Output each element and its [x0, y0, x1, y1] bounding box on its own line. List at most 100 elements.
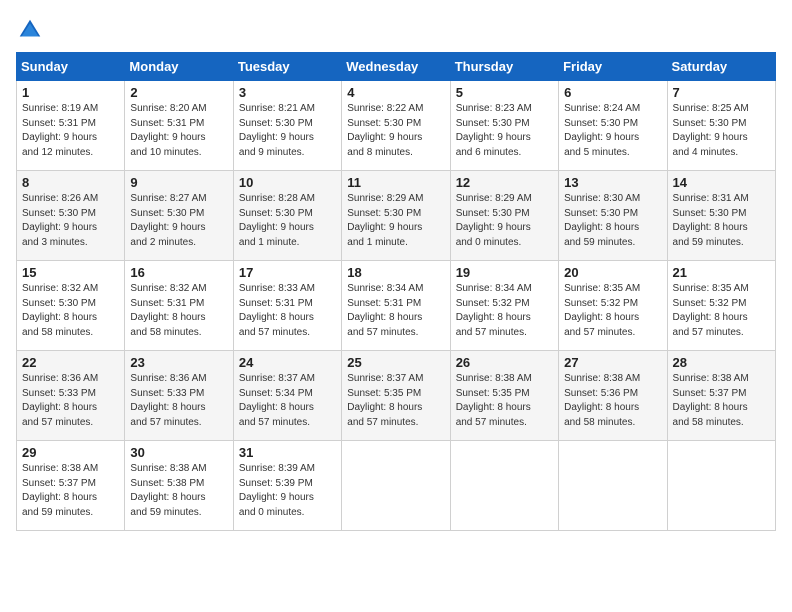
day-content: Sunrise: 8:39 AMSunset: 5:39 PMDaylight:… — [239, 462, 336, 520]
day-content: Sunrise: 8:23 AMSunset: 5:30 PMDaylight:… — [456, 102, 553, 160]
day-content: Sunrise: 8:29 AMSunset: 5:30 PMDaylight:… — [347, 192, 444, 250]
day-number: 1 — [22, 85, 119, 100]
day-number: 12 — [456, 175, 553, 190]
day-number: 22 — [22, 355, 119, 370]
day-content: Sunrise: 8:32 AMSunset: 5:30 PMDaylight:… — [22, 282, 119, 340]
day-cell: 21 Sunrise: 8:35 AMSunset: 5:32 PMDayligh… — [667, 261, 775, 351]
day-content: Sunrise: 8:38 AMSunset: 5:36 PMDaylight:… — [564, 372, 661, 430]
col-monday: Monday — [125, 53, 233, 81]
day-content: Sunrise: 8:35 AMSunset: 5:32 PMDaylight:… — [673, 282, 770, 340]
day-number: 20 — [564, 265, 661, 280]
col-friday: Friday — [559, 53, 667, 81]
day-content: Sunrise: 8:37 AMSunset: 5:34 PMDaylight:… — [239, 372, 336, 430]
col-tuesday: Tuesday — [233, 53, 341, 81]
day-number: 18 — [347, 265, 444, 280]
day-cell: 30 Sunrise: 8:38 AMSunset: 5:38 PMDayligh… — [125, 441, 233, 531]
day-cell — [559, 441, 667, 531]
day-number: 25 — [347, 355, 444, 370]
day-content: Sunrise: 8:25 AMSunset: 5:30 PMDaylight:… — [673, 102, 770, 160]
day-content: Sunrise: 8:30 AMSunset: 5:30 PMDaylight:… — [564, 192, 661, 250]
day-cell: 25 Sunrise: 8:37 AMSunset: 5:35 PMDayligh… — [342, 351, 450, 441]
day-number: 9 — [130, 175, 227, 190]
week-row-5: 29 Sunrise: 8:38 AMSunset: 5:37 PMDayligh… — [17, 441, 776, 531]
day-cell: 29 Sunrise: 8:38 AMSunset: 5:37 PMDayligh… — [17, 441, 125, 531]
day-content: Sunrise: 8:22 AMSunset: 5:30 PMDaylight:… — [347, 102, 444, 160]
day-cell: 19Sunrise: 8:34 AMSunset: 5:32 PMDayligh… — [450, 261, 558, 351]
col-sunday: Sunday — [17, 53, 125, 81]
week-row-4: 22 Sunrise: 8:36 AMSunset: 5:33 PMDayligh… — [17, 351, 776, 441]
day-number: 5 — [456, 85, 553, 100]
day-cell — [342, 441, 450, 531]
day-content: Sunrise: 8:32 AMSunset: 5:31 PMDaylight:… — [130, 282, 227, 340]
day-number: 16 — [130, 265, 227, 280]
day-cell: 20 Sunrise: 8:35 AMSunset: 5:32 PMDayligh… — [559, 261, 667, 351]
day-content: Sunrise: 8:35 AMSunset: 5:32 PMDaylight:… — [564, 282, 661, 340]
day-cell: 8 Sunrise: 8:26 AMSunset: 5:30 PMDaylight… — [17, 171, 125, 261]
day-cell — [450, 441, 558, 531]
calendar-table: SundayMondayTuesdayWednesdayThursdayFrid… — [16, 52, 776, 531]
day-content: Sunrise: 8:26 AMSunset: 5:30 PMDaylight:… — [22, 192, 119, 250]
day-number: 13 — [564, 175, 661, 190]
day-content: Sunrise: 8:34 AMSunset: 5:31 PMDaylight:… — [347, 282, 444, 340]
day-cell: 31 Sunrise: 8:39 AMSunset: 5:39 PMDayligh… — [233, 441, 341, 531]
day-content: Sunrise: 8:36 AMSunset: 5:33 PMDaylight:… — [130, 372, 227, 430]
week-row-3: 15Sunrise: 8:32 AMSunset: 5:30 PMDayligh… — [17, 261, 776, 351]
day-number: 30 — [130, 445, 227, 460]
day-cell: 12 Sunrise: 8:29 AMSunset: 5:30 PMDayligh… — [450, 171, 558, 261]
day-content: Sunrise: 8:24 AMSunset: 5:30 PMDaylight:… — [564, 102, 661, 160]
day-cell: 23 Sunrise: 8:36 AMSunset: 5:33 PMDayligh… — [125, 351, 233, 441]
day-number: 3 — [239, 85, 336, 100]
day-cell: 28Sunrise: 8:38 AMSunset: 5:37 PMDayligh… — [667, 351, 775, 441]
day-cell: 9 Sunrise: 8:27 AMSunset: 5:30 PMDaylight… — [125, 171, 233, 261]
day-cell: 14 Sunrise: 8:31 AMSunset: 5:30 PMDayligh… — [667, 171, 775, 261]
day-cell: 22 Sunrise: 8:36 AMSunset: 5:33 PMDayligh… — [17, 351, 125, 441]
day-number: 21 — [673, 265, 770, 280]
day-content: Sunrise: 8:38 AMSunset: 5:35 PMDaylight:… — [456, 372, 553, 430]
day-number: 11 — [347, 175, 444, 190]
col-saturday: Saturday — [667, 53, 775, 81]
day-cell — [667, 441, 775, 531]
day-content: Sunrise: 8:28 AMSunset: 5:30 PMDaylight:… — [239, 192, 336, 250]
col-thursday: Thursday — [450, 53, 558, 81]
day-content: Sunrise: 8:21 AMSunset: 5:30 PMDaylight:… — [239, 102, 336, 160]
logo — [16, 16, 48, 44]
day-cell: 27 Sunrise: 8:38 AMSunset: 5:36 PMDayligh… — [559, 351, 667, 441]
day-number: 2 — [130, 85, 227, 100]
day-number: 19 — [456, 265, 553, 280]
day-cell: 5 Sunrise: 8:23 AMSunset: 5:30 PMDaylight… — [450, 81, 558, 171]
day-cell: 4 Sunrise: 8:22 AMSunset: 5:30 PMDaylight… — [342, 81, 450, 171]
day-number: 31 — [239, 445, 336, 460]
day-number: 29 — [22, 445, 119, 460]
day-number: 14 — [673, 175, 770, 190]
day-cell: 2Sunrise: 8:20 AMSunset: 5:31 PMDaylight… — [125, 81, 233, 171]
day-cell: 26 Sunrise: 8:38 AMSunset: 5:35 PMDayligh… — [450, 351, 558, 441]
day-content: Sunrise: 8:31 AMSunset: 5:30 PMDaylight:… — [673, 192, 770, 250]
day-number: 26 — [456, 355, 553, 370]
day-content: Sunrise: 8:38 AMSunset: 5:37 PMDaylight:… — [22, 462, 119, 520]
day-cell: 16 Sunrise: 8:32 AMSunset: 5:31 PMDayligh… — [125, 261, 233, 351]
day-number: 28 — [673, 355, 770, 370]
day-content: Sunrise: 8:27 AMSunset: 5:30 PMDaylight:… — [130, 192, 227, 250]
day-number: 17 — [239, 265, 336, 280]
col-wednesday: Wednesday — [342, 53, 450, 81]
header-row: SundayMondayTuesdayWednesdayThursdayFrid… — [17, 53, 776, 81]
day-number: 7 — [673, 85, 770, 100]
day-content: Sunrise: 8:36 AMSunset: 5:33 PMDaylight:… — [22, 372, 119, 430]
day-number: 23 — [130, 355, 227, 370]
day-cell: 11 Sunrise: 8:29 AMSunset: 5:30 PMDayligh… — [342, 171, 450, 261]
logo-icon — [16, 16, 44, 44]
day-number: 10 — [239, 175, 336, 190]
day-content: Sunrise: 8:29 AMSunset: 5:30 PMDaylight:… — [456, 192, 553, 250]
day-cell: 15Sunrise: 8:32 AMSunset: 5:30 PMDayligh… — [17, 261, 125, 351]
day-number: 8 — [22, 175, 119, 190]
week-row-1: 1 Sunrise: 8:19 AMSunset: 5:31 PMDaylight… — [17, 81, 776, 171]
day-content: Sunrise: 8:19 AMSunset: 5:31 PMDaylight:… — [22, 102, 119, 160]
day-content: Sunrise: 8:37 AMSunset: 5:35 PMDaylight:… — [347, 372, 444, 430]
day-cell: 7 Sunrise: 8:25 AMSunset: 5:30 PMDaylight… — [667, 81, 775, 171]
header — [16, 16, 776, 44]
day-cell: 17Sunrise: 8:33 AMSunset: 5:31 PMDayligh… — [233, 261, 341, 351]
day-number: 4 — [347, 85, 444, 100]
day-content: Sunrise: 8:38 AMSunset: 5:38 PMDaylight:… — [130, 462, 227, 520]
day-number: 27 — [564, 355, 661, 370]
day-number: 6 — [564, 85, 661, 100]
